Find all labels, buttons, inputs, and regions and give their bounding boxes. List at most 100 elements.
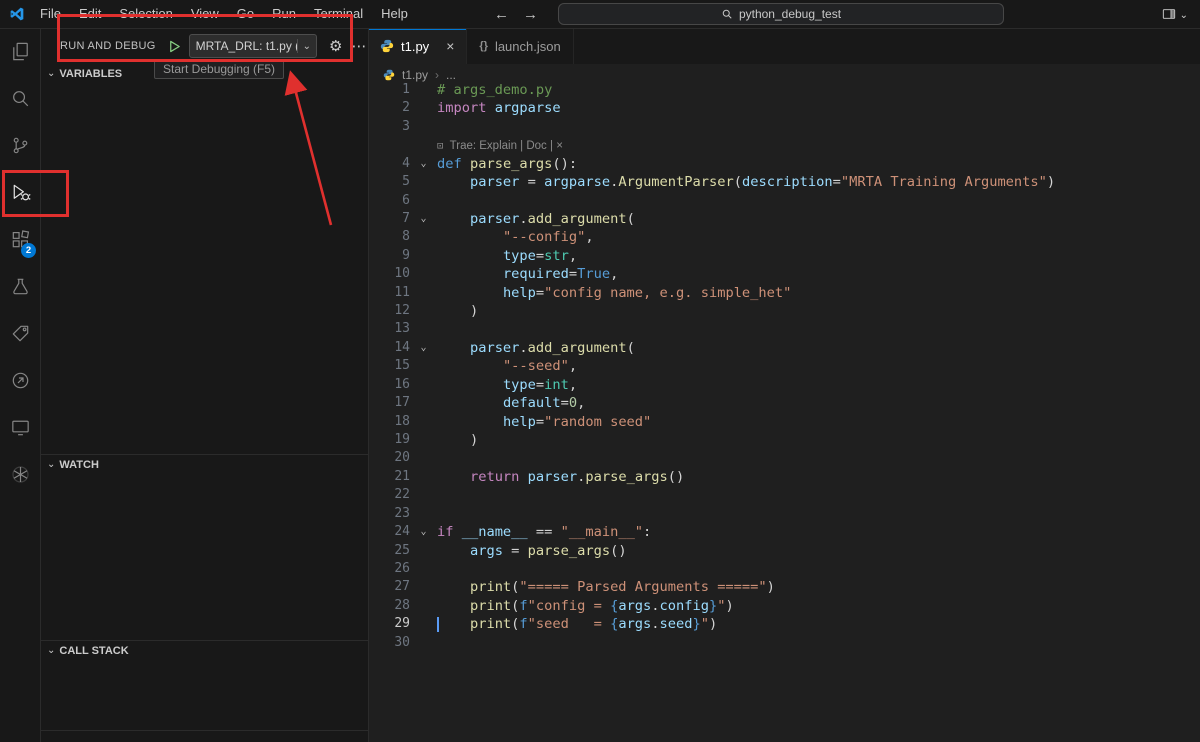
- line-number[interactable]: 10: [368, 265, 410, 283]
- code-line[interactable]: 2 import argparse: [368, 99, 1200, 117]
- debug-config-dropdown[interactable]: MRTA_DRL: t1.py ( ⌄: [188, 34, 317, 58]
- code-line[interactable]: 13: [368, 320, 1200, 338]
- line-number[interactable]: 9: [368, 247, 410, 265]
- activity-source-control[interactable]: [0, 122, 40, 169]
- code-line[interactable]: 7 ⌄ parser.add_argument(: [368, 210, 1200, 228]
- line-number[interactable]: 19: [368, 431, 410, 449]
- code-line[interactable]: 17 default=0,: [368, 394, 1200, 412]
- close-tab-icon[interactable]: ×: [446, 39, 454, 53]
- code-line[interactable]: 22: [368, 486, 1200, 504]
- forward-arrow-icon[interactable]: →: [523, 6, 538, 23]
- code-line[interactable]: 28 print(f"config = {args.config}"): [368, 597, 1200, 615]
- line-number[interactable]: 4: [368, 155, 410, 173]
- line-number[interactable]: 1: [368, 81, 410, 99]
- tab-t1-py[interactable]: t1.py ×: [368, 28, 468, 64]
- line-number[interactable]: 11: [368, 284, 410, 302]
- section-watch[interactable]: ⌄ WATCH: [40, 454, 368, 474]
- line-number[interactable]: 5: [368, 173, 410, 191]
- menu-help[interactable]: Help: [372, 0, 417, 28]
- chevron-down-icon[interactable]: ⌄: [1180, 10, 1188, 21]
- code-line[interactable]: 9 type=str,: [368, 247, 1200, 265]
- line-number[interactable]: 23: [368, 505, 410, 523]
- activity-tags[interactable]: [0, 310, 40, 357]
- breadcrumb-more[interactable]: ...: [446, 68, 456, 82]
- code-line[interactable]: 16 type=int,: [368, 376, 1200, 394]
- menu-run[interactable]: Run: [263, 0, 305, 28]
- code-line[interactable]: 25 args = parse_args(): [368, 542, 1200, 560]
- code-line[interactable]: 8 "--config",: [368, 228, 1200, 246]
- line-number[interactable]: 13: [368, 320, 410, 338]
- line-number[interactable]: 30: [368, 634, 410, 652]
- line-number[interactable]: 14: [368, 339, 410, 357]
- breadcrumb-file[interactable]: t1.py: [402, 68, 428, 82]
- code-line[interactable]: 26: [368, 560, 1200, 578]
- code-line[interactable]: 14 ⌄ parser.add_argument(: [368, 339, 1200, 357]
- activity-screen[interactable]: [0, 404, 40, 451]
- menu-selection[interactable]: Selection: [110, 0, 181, 28]
- line-number[interactable]: 7: [368, 210, 410, 228]
- code-line[interactable]: 23: [368, 505, 1200, 523]
- code-line[interactable]: 21 return parser.parse_args(): [368, 468, 1200, 486]
- line-number[interactable]: 26: [368, 560, 410, 578]
- menu-view[interactable]: View: [182, 0, 228, 28]
- chevron-down-icon[interactable]: ⌄: [298, 41, 316, 52]
- more-actions-icon[interactable]: ⋯: [351, 37, 367, 55]
- line-number[interactable]: 12: [368, 302, 410, 320]
- code-line[interactable]: 19 ): [368, 431, 1200, 449]
- activity-run-and-debug[interactable]: [0, 169, 40, 216]
- activity-testing[interactable]: [0, 263, 40, 310]
- section-call-stack[interactable]: ⌄ CALL STACK: [40, 640, 368, 660]
- layout-controls[interactable]: ⌄: [1161, 0, 1188, 28]
- line-number[interactable]: 2: [368, 99, 410, 117]
- code-line[interactable]: 6: [368, 192, 1200, 210]
- line-number[interactable]: 28: [368, 597, 410, 615]
- code-line[interactable]: 1 # args_demo.py: [368, 81, 1200, 99]
- activity-explorer[interactable]: [0, 28, 40, 75]
- line-number[interactable]: [368, 136, 410, 154]
- line-number[interactable]: 17: [368, 394, 410, 412]
- fold-chevron-icon[interactable]: ⌄: [410, 210, 437, 228]
- code-line[interactable]: 3: [368, 118, 1200, 136]
- line-number[interactable]: 18: [368, 413, 410, 431]
- tab-launch-json[interactable]: {} launch.json: [467, 28, 574, 64]
- activity-share[interactable]: [0, 357, 40, 404]
- line-number[interactable]: 25: [368, 542, 410, 560]
- fold-chevron-icon[interactable]: ⌄: [410, 523, 437, 541]
- line-number[interactable]: 15: [368, 357, 410, 375]
- code-line[interactable]: 30: [368, 634, 1200, 652]
- code-line[interactable]: 4 ⌄ def parse_args():: [368, 155, 1200, 173]
- line-number[interactable]: 24: [368, 523, 410, 541]
- fold-chevron-icon[interactable]: ⌄: [410, 339, 437, 357]
- activity-extensions[interactable]: 2: [0, 216, 40, 263]
- menu-edit[interactable]: Edit: [70, 0, 110, 28]
- fold-chevron-icon[interactable]: ⌄: [410, 155, 437, 173]
- code-line[interactable]: 12 ): [368, 302, 1200, 320]
- line-number[interactable]: 8: [368, 228, 410, 246]
- code-line[interactable]: 15 "--seed",: [368, 357, 1200, 375]
- menu-go[interactable]: Go: [228, 0, 263, 28]
- code-line[interactable]: 20: [368, 449, 1200, 467]
- code-line[interactable]: 10 required=True,: [368, 265, 1200, 283]
- back-arrow-icon[interactable]: ←: [494, 6, 509, 23]
- customize-layout-icon[interactable]: [1161, 6, 1177, 22]
- code-line[interactable]: 18 help="random seed": [368, 413, 1200, 431]
- menu-file[interactable]: File: [31, 0, 70, 28]
- line-number[interactable]: 27: [368, 578, 410, 596]
- menu-terminal[interactable]: Terminal: [305, 0, 372, 28]
- line-number[interactable]: 6: [368, 192, 410, 210]
- line-number[interactable]: 29: [368, 615, 410, 633]
- line-number[interactable]: 16: [368, 376, 410, 394]
- line-number[interactable]: 22: [368, 486, 410, 504]
- start-debugging-button[interactable]: [167, 39, 182, 54]
- activity-assistant[interactable]: [0, 451, 40, 498]
- line-number[interactable]: 20: [368, 449, 410, 467]
- line-number[interactable]: 3: [368, 118, 410, 136]
- code-line[interactable]: 5 parser = argparse.ArgumentParser(descr…: [368, 173, 1200, 191]
- code-line[interactable]: 11 help="config name, e.g. simple_het": [368, 284, 1200, 302]
- command-center-search[interactable]: python_debug_test: [558, 3, 1004, 25]
- line-number[interactable]: 21: [368, 468, 410, 486]
- code-line[interactable]: 24 ⌄ if __name__ == "__main__":: [368, 523, 1200, 541]
- code-line[interactable]: 29 print(f"seed = {args.seed}"): [368, 615, 1200, 633]
- gear-icon[interactable]: ⚙: [329, 37, 342, 55]
- activity-search[interactable]: [0, 75, 40, 122]
